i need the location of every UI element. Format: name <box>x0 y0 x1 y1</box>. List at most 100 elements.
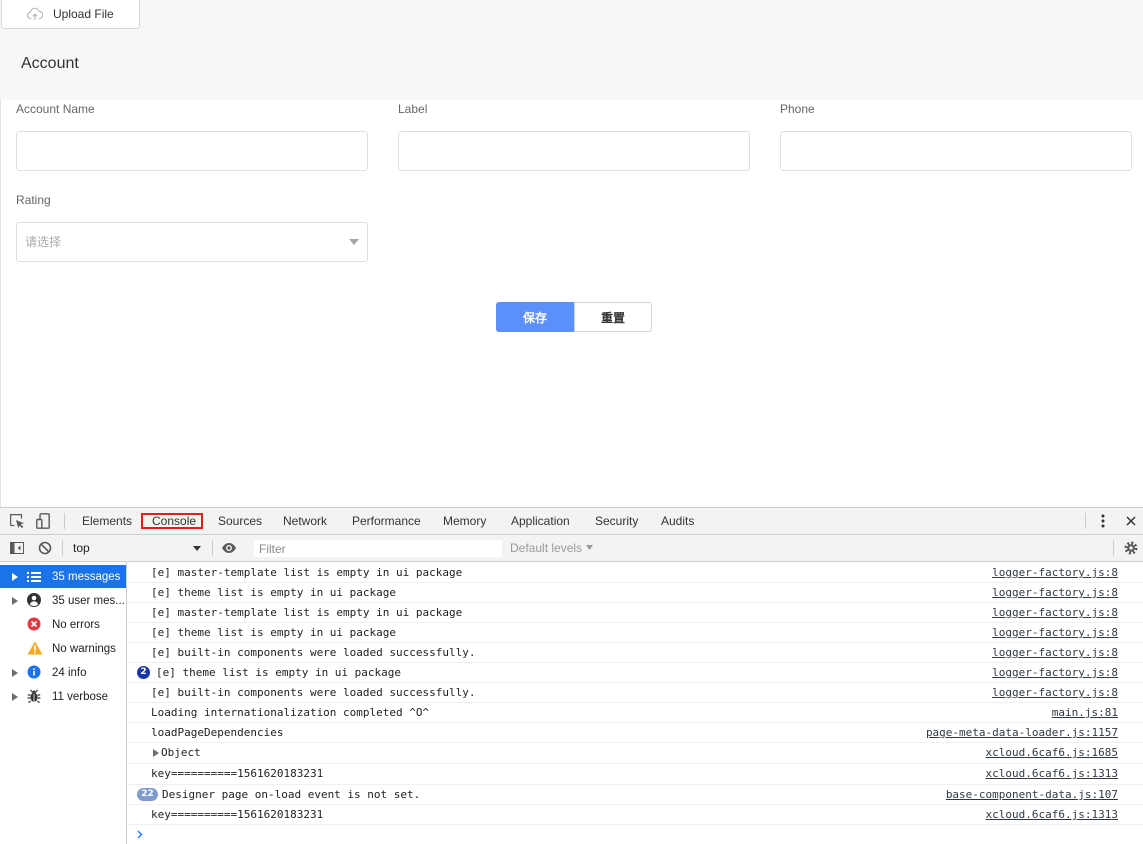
eye-icon[interactable] <box>221 542 237 554</box>
message-source-link[interactable]: base-component-data.js:107 <box>946 785 1118 804</box>
message-source-link[interactable]: logger-factory.js:8 <box>992 583 1118 602</box>
message-object[interactable]: Object <box>161 743 201 763</box>
toolbar-separator <box>62 540 63 556</box>
console-message: [e] master-template list is empty in ui … <box>127 563 1143 583</box>
message-source-link[interactable]: logger-factory.js:8 <box>992 603 1118 622</box>
console-prompt-input[interactable] <box>151 826 1131 843</box>
message-text: [e] theme list is empty in ui package <box>151 626 397 639</box>
prompt-chevron-icon <box>137 830 143 839</box>
label-input[interactable] <box>398 131 750 171</box>
upload-file-button[interactable]: Upload File <box>1 0 140 29</box>
tab-audits[interactable]: Audits <box>661 514 694 528</box>
rating-select[interactable]: 请选择 <box>16 222 368 262</box>
console-message: 22 Designer page on-load event is not se… <box>127 785 1143 805</box>
web-app: Upload File Account Account Name Label P… <box>0 0 1143 507</box>
tab-application[interactable]: Application <box>511 514 570 528</box>
toolbar-separator <box>64 513 65 529</box>
inspect-element-icon[interactable] <box>9 513 25 529</box>
tab-elements[interactable]: Elements <box>82 514 132 528</box>
devtools-panel: Elements Console Sources Network Perform… <box>0 507 1143 844</box>
expand-arrow-icon[interactable] <box>12 573 18 581</box>
expand-arrow-icon[interactable] <box>12 669 18 677</box>
console-message: [e] theme list is empty in ui package lo… <box>127 583 1143 603</box>
phone-label: Phone <box>780 102 815 116</box>
console-toolbar: top Default levels <box>0 535 1143 562</box>
tab-memory[interactable]: Memory <box>443 514 486 528</box>
tab-security[interactable]: Security <box>595 514 638 528</box>
console-message: [e] built-in components were loaded succ… <box>127 683 1143 703</box>
toolbar-separator <box>1085 513 1086 529</box>
sidebar-item-user-messages[interactable]: 35 user mes... <box>0 589 126 612</box>
section-title: Account <box>21 55 79 72</box>
sidebar-item-errors[interactable]: No errors <box>0 613 126 636</box>
message-source-link[interactable]: xcloud.6caf6.js:1313 <box>986 764 1118 784</box>
list-icon <box>27 569 43 585</box>
log-levels-label: Default levels <box>510 541 583 555</box>
message-text: [e] master-template list is empty in ui … <box>151 606 463 619</box>
message-source-link[interactable]: logger-factory.js:8 <box>992 623 1118 642</box>
label-field-label: Label <box>398 102 428 116</box>
message-source-link[interactable]: logger-factory.js:8 <box>992 643 1118 662</box>
devtools-main-toolbar: Elements Console Sources Network Perform… <box>0 507 1143 535</box>
console-message: [e] theme list is empty in ui package lo… <box>127 623 1143 643</box>
repeat-count-badge: 2 <box>137 666 150 679</box>
account-name-input[interactable] <box>16 131 368 171</box>
message-text: [e] theme list is empty in ui package <box>151 586 397 599</box>
sidebar-item-label: 35 messages <box>52 571 121 583</box>
tab-performance[interactable]: Performance <box>352 514 421 528</box>
log-levels-dropdown[interactable]: Default levels <box>510 541 594 555</box>
bug-icon <box>27 689 43 705</box>
tab-console[interactable]: Console <box>141 513 203 529</box>
sidebar-item-label: No errors <box>52 619 100 631</box>
tab-network[interactable]: Network <box>283 514 327 528</box>
warning-icon <box>27 641 43 657</box>
sidebar-item-info[interactable]: 24 info <box>0 661 126 684</box>
sidebar-item-label: 24 info <box>52 667 87 679</box>
tab-sources[interactable]: Sources <box>218 514 262 528</box>
save-button[interactable]: 保存 <box>496 302 574 332</box>
message-source-link[interactable]: main.js:81 <box>1052 703 1118 722</box>
sidebar-item-verbose[interactable]: 11 verbose <box>0 685 126 708</box>
device-toolbar-icon[interactable] <box>36 513 50 529</box>
console-sidebar: 35 messages 35 user mes... No errors No … <box>0 562 127 844</box>
phone-input[interactable] <box>780 131 1132 171</box>
console-message: loadPageDependencies page-meta-data-load… <box>127 723 1143 743</box>
message-source-link[interactable]: logger-factory.js:8 <box>992 563 1118 582</box>
console-message: [e] built-in components were loaded succ… <box>127 643 1143 663</box>
message-source-link[interactable]: xcloud.6caf6.js:1313 <box>986 805 1118 824</box>
console-message: 2 [e] theme list is empty in ui package … <box>127 663 1143 683</box>
app-header: Upload File Account <box>0 0 1143 100</box>
kebab-menu-icon[interactable] <box>1101 514 1105 528</box>
sidebar-toggle-icon[interactable] <box>9 540 25 556</box>
close-icon[interactable] <box>1126 516 1136 526</box>
account-form: Account Name Label Phone Rating 请选择 保存 重… <box>0 100 1143 507</box>
gear-icon[interactable] <box>1124 541 1138 555</box>
expand-arrow-icon[interactable] <box>12 693 18 701</box>
user-icon <box>27 593 43 609</box>
expand-arrow-icon[interactable] <box>12 597 18 605</box>
console-messages: [e] master-template list is empty in ui … <box>127 563 1143 844</box>
console-message: Object xcloud.6caf6.js:1685 <box>127 743 1143 764</box>
message-source-link[interactable]: page-meta-data-loader.js:1157 <box>926 723 1118 742</box>
message-text: loadPageDependencies <box>151 726 284 739</box>
account-name-label: Account Name <box>16 102 95 116</box>
context-select[interactable]: top <box>68 539 206 557</box>
cloud-upload-icon <box>27 7 43 21</box>
sidebar-item-messages[interactable]: 35 messages <box>0 565 126 588</box>
sidebar-item-label: 11 verbose <box>52 691 109 703</box>
message-text: [e] built-in components were loaded succ… <box>151 686 476 699</box>
console-filter-input[interactable] <box>254 540 502 557</box>
console-prompt[interactable] <box>127 825 1143 844</box>
reset-button[interactable]: 重置 <box>574 302 652 332</box>
message-text: Loading internationalization completed ^… <box>151 706 430 719</box>
clear-console-icon[interactable] <box>38 541 52 555</box>
sidebar-item-warnings[interactable]: No warnings <box>0 637 126 660</box>
expand-object-icon[interactable] <box>153 749 159 757</box>
message-source-link[interactable]: logger-factory.js:8 <box>992 663 1118 682</box>
message-text: Designer page on-load event is not set. <box>162 788 421 801</box>
message-text: [e] master-template list is empty in ui … <box>151 566 463 579</box>
message-source-link[interactable]: logger-factory.js:8 <box>992 683 1118 702</box>
upload-file-label: Upload File <box>53 7 114 21</box>
message-source-link[interactable]: xcloud.6caf6.js:1685 <box>986 743 1118 763</box>
chevron-down-icon <box>193 546 201 551</box>
